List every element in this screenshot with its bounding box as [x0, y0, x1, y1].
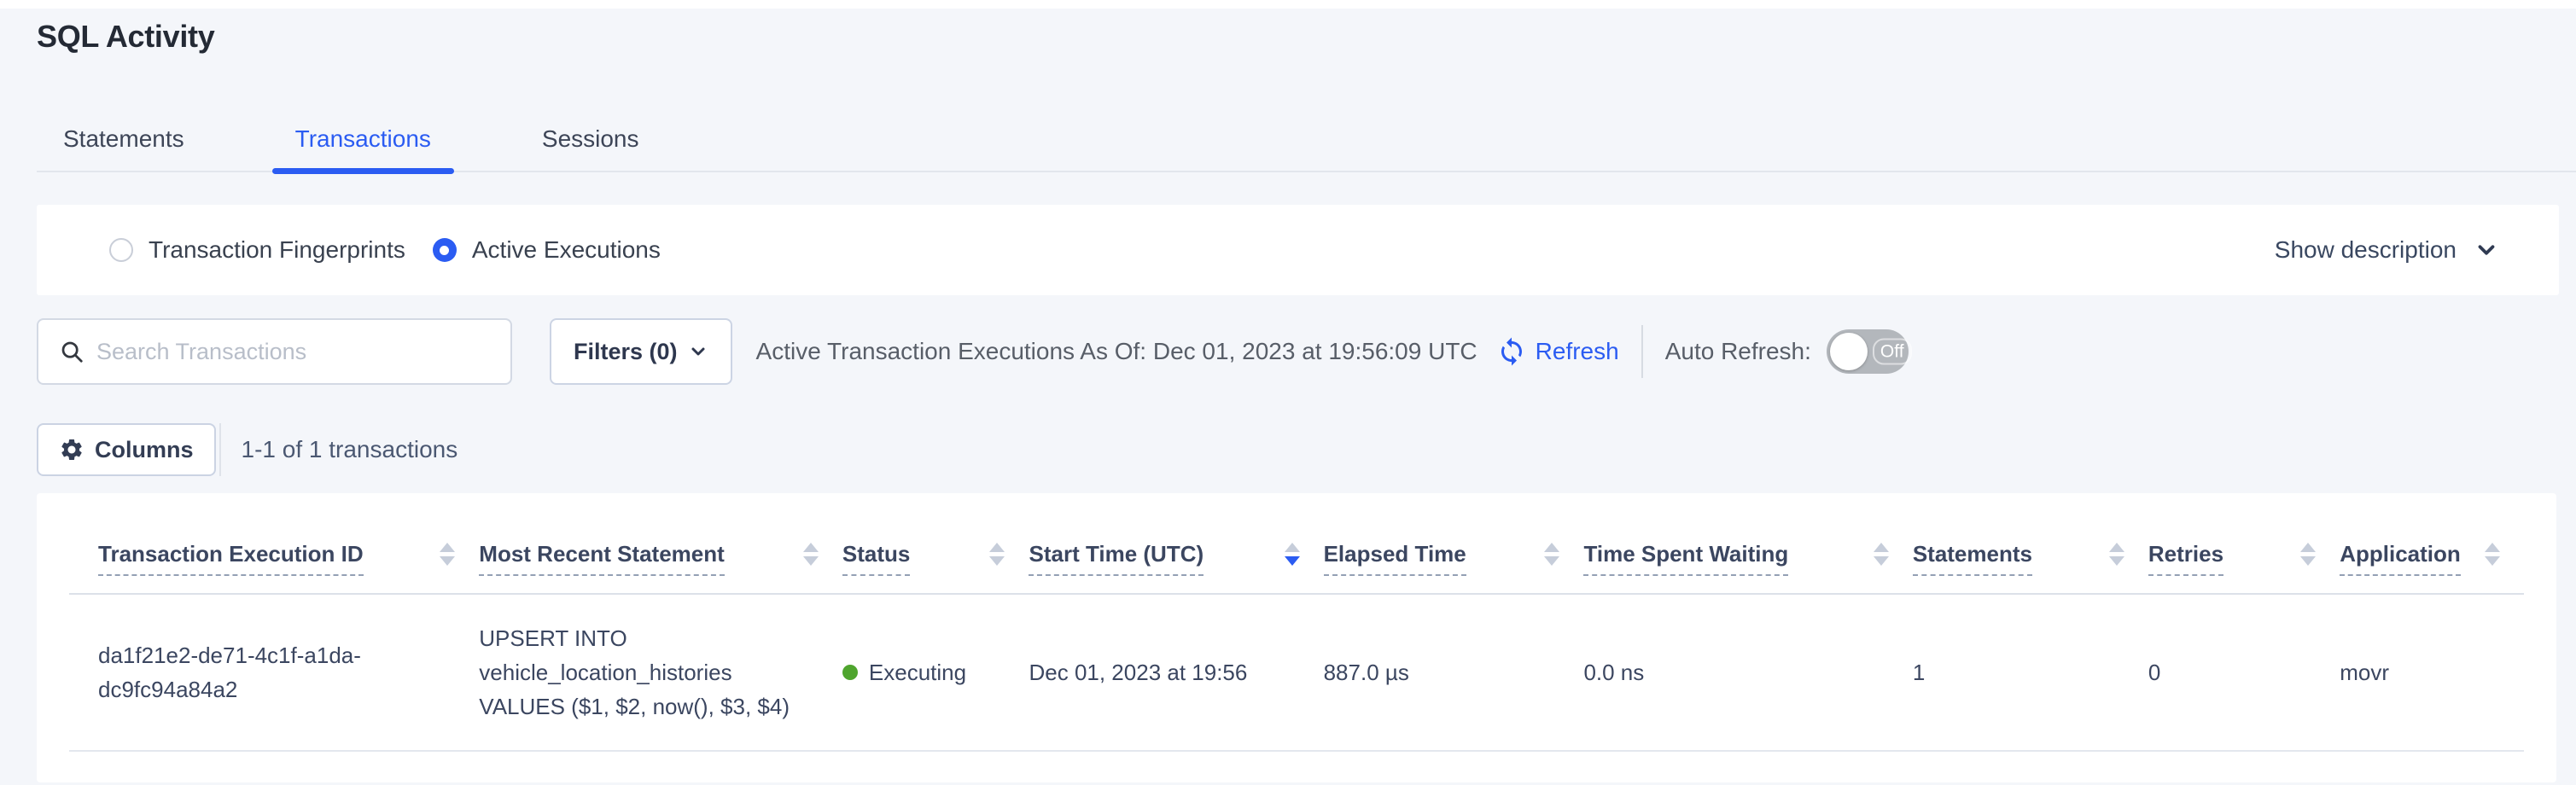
cell-start-time: Dec 01, 2023 at 19:56: [1029, 594, 1323, 751]
cell-application: movr: [2340, 594, 2524, 751]
refresh-label: Refresh: [1536, 338, 1619, 365]
chevron-down-icon: [688, 341, 708, 362]
filter-controls-row: Filters (0) Active Transaction Execution…: [37, 317, 2559, 386]
sort-icon: [1874, 543, 1889, 566]
column-header-transaction-execution-id[interactable]: Transaction Execution ID: [69, 493, 479, 594]
radio-active-executions[interactable]: Active Executions: [433, 236, 661, 264]
tab-label: Transactions: [295, 125, 431, 153]
chevron-down-icon: [2474, 237, 2499, 263]
sort-icon: [989, 543, 1005, 566]
search-icon: [59, 339, 85, 364]
cell-retries: 0: [2148, 594, 2340, 751]
vertical-divider: [1641, 325, 1643, 378]
show-description-button[interactable]: Show description: [2275, 236, 2499, 264]
column-header-statements[interactable]: Statements: [1913, 493, 2148, 594]
sort-icon: [440, 543, 455, 566]
sort-icon: [2109, 543, 2124, 566]
as-of-timestamp: Active Transaction Executions As Of: Dec…: [756, 338, 1477, 365]
sort-icon: [803, 543, 819, 566]
column-header-start-time[interactable]: Start Time (UTC): [1029, 493, 1323, 594]
tab-transactions[interactable]: Transactions: [295, 108, 431, 171]
column-header-retries[interactable]: Retries: [2148, 493, 2340, 594]
filters-label: Filters (0): [574, 339, 678, 365]
columns-button[interactable]: Columns: [37, 423, 216, 476]
radio-label: Transaction Fingerprints: [149, 236, 405, 264]
cell-statements: 1: [1913, 594, 2148, 751]
tab-label: Sessions: [542, 125, 639, 153]
view-mode-radio-group: Transaction Fingerprints Active Executio…: [109, 236, 661, 264]
column-header-application[interactable]: Application: [2340, 493, 2524, 594]
tab-sessions[interactable]: Sessions: [542, 108, 639, 171]
results-count: 1-1 of 1 transactions: [242, 436, 458, 463]
column-header-status[interactable]: Status: [842, 493, 1029, 594]
sort-icon-descending-active: [1285, 543, 1300, 566]
column-header-time-spent-waiting[interactable]: Time Spent Waiting: [1583, 493, 1912, 594]
transactions-table-card: Transaction Execution ID Most Recent Sta…: [37, 493, 2556, 782]
radio-selected-icon: [433, 238, 457, 262]
view-mode-panel: Transaction Fingerprints Active Executio…: [37, 205, 2559, 295]
gear-icon: [59, 437, 85, 462]
sort-icon: [1544, 543, 1559, 566]
tab-statements[interactable]: Statements: [63, 108, 184, 171]
radio-unselected-icon: [109, 238, 133, 262]
columns-label: Columns: [95, 437, 194, 463]
tab-label: Statements: [63, 125, 184, 153]
filters-button[interactable]: Filters (0): [550, 318, 732, 385]
auto-refresh-label: Auto Refresh:: [1665, 338, 1811, 365]
cell-time-spent-waiting: 0.0 ns: [1583, 594, 1912, 751]
refresh-button[interactable]: Refresh: [1496, 336, 1619, 367]
search-box[interactable]: [37, 318, 512, 385]
auto-refresh-toggle[interactable]: Off: [1827, 329, 1909, 374]
cell-elapsed-time: 887.0 µs: [1324, 594, 1584, 751]
table-toolbar: Columns 1-1 of 1 transactions: [37, 423, 458, 476]
column-header-elapsed-time[interactable]: Elapsed Time: [1324, 493, 1584, 594]
column-header-most-recent-statement[interactable]: Most Recent Statement: [479, 493, 842, 594]
tab-bar: Statements Transactions Sessions: [37, 108, 2576, 172]
cell-transaction-execution-id[interactable]: da1f21e2-de71-4c1f-a1da-dc9fc94a84a2: [69, 594, 479, 751]
cell-most-recent-statement: UPSERT INTO vehicle_location_histories V…: [479, 594, 842, 751]
radio-transaction-fingerprints[interactable]: Transaction Fingerprints: [109, 236, 405, 264]
refresh-icon: [1496, 336, 1527, 367]
toggle-knob: [1830, 333, 1868, 370]
status-executing-dot-icon: [842, 665, 858, 680]
page-title: SQL Activity: [37, 19, 214, 55]
status-label: Executing: [869, 655, 966, 689]
vertical-divider: [219, 423, 221, 476]
toggle-state-label: Off: [1873, 339, 1912, 365]
table-row[interactable]: da1f21e2-de71-4c1f-a1da-dc9fc94a84a2 UPS…: [69, 594, 2524, 751]
radio-label: Active Executions: [472, 236, 661, 264]
search-input[interactable]: [96, 339, 510, 365]
transactions-table: Transaction Execution ID Most Recent Sta…: [69, 493, 2524, 752]
top-edge-strip: [0, 0, 2576, 9]
sort-icon: [2300, 543, 2316, 566]
show-description-label: Show description: [2275, 236, 2457, 264]
cell-status: Executing: [842, 594, 1029, 751]
table-header-row: Transaction Execution ID Most Recent Sta…: [69, 493, 2524, 594]
sort-icon: [2485, 543, 2500, 566]
